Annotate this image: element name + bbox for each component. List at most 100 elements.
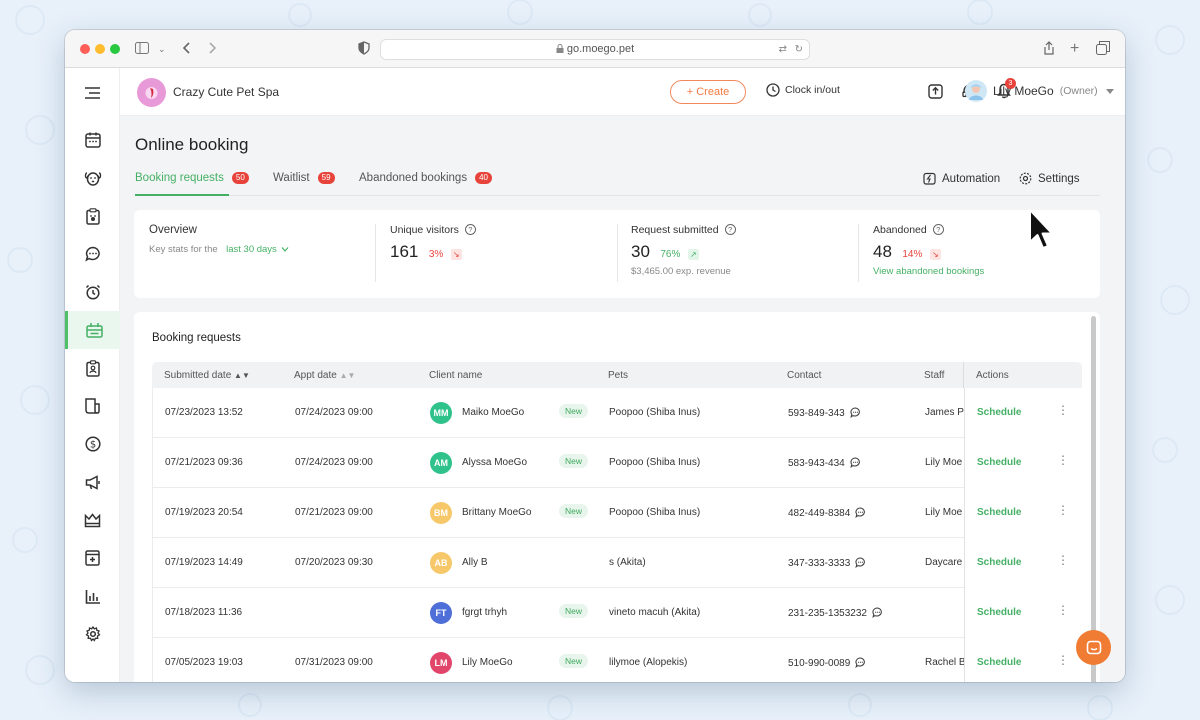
sidebar-item-membership[interactable]	[65, 501, 120, 539]
client-name[interactable]: Maiko MoeGo	[462, 407, 524, 418]
message-icon[interactable]	[850, 407, 861, 418]
user-menu[interactable]: Lily MoeGo (Owner)	[965, 80, 1114, 102]
sidebar-item-marketing[interactable]	[65, 463, 120, 501]
help-icon[interactable]: ?	[724, 224, 736, 235]
contact: 593-849-343	[788, 407, 861, 419]
new-client-badge: New	[559, 604, 589, 618]
sidebar-toggle-icon[interactable]	[135, 41, 149, 57]
chat-icon	[84, 246, 100, 262]
sort-icon: ▲▼	[339, 371, 356, 380]
column-header-appt[interactable]: Appt date ▲▼	[294, 370, 355, 381]
back-icon[interactable]	[182, 41, 192, 58]
schedule-button[interactable]: Schedule	[977, 407, 1021, 418]
table-row[interactable]: 07/19/2023 20:54 07/21/2023 09:00 BM Britta…	[152, 488, 1082, 538]
count-badge: 50	[231, 172, 249, 184]
stat-unique-visitors: Unique visitors? 161 3% ↘	[390, 210, 476, 298]
sidebar-item-reminders[interactable]	[65, 273, 120, 311]
more-options-icon[interactable]: ⋮	[1057, 653, 1069, 667]
reload-icon[interactable]: ↻	[795, 40, 803, 59]
sidebar-item-settings[interactable]	[65, 615, 120, 653]
sidebar-item-pets[interactable]	[65, 159, 120, 197]
tabs-overview-icon[interactable]	[1096, 41, 1110, 58]
more-options-icon[interactable]: ⋮	[1057, 553, 1069, 567]
period-dropdown[interactable]: last 30 days	[226, 244, 289, 255]
create-button[interactable]: + Create	[670, 80, 746, 104]
schedule-button[interactable]: Schedule	[977, 507, 1021, 518]
schedule-button[interactable]: Schedule	[977, 657, 1021, 668]
help-icon[interactable]: ?	[464, 224, 476, 235]
help-icon[interactable]: ?	[932, 224, 944, 235]
divider	[858, 224, 859, 282]
sidebar-item-agreements[interactable]	[65, 349, 120, 387]
pets: vineto macuh (Akita)	[609, 607, 701, 618]
client-name[interactable]: Alyssa MoeGo	[462, 457, 527, 468]
new-tab-icon[interactable]: +	[1070, 41, 1079, 57]
divider	[375, 224, 376, 282]
tab-abandoned-bookings[interactable]: Abandoned bookings 40	[359, 172, 492, 184]
upload-icon[interactable]	[926, 82, 944, 100]
count-badge: 59	[317, 172, 335, 184]
sidebar-item-payments[interactable]: $	[65, 425, 120, 463]
table-row[interactable]: 07/21/2023 09:36 07/24/2023 09:00 AM Alyssa…	[152, 438, 1082, 488]
table-row[interactable]: 07/19/2023 14:49 07/20/2023 09:30 AB Ally B…	[152, 538, 1082, 588]
close-window-button[interactable]	[80, 44, 90, 54]
app-header: Crazy Cute Pet Spa + Create Clock in/out…	[120, 68, 1125, 116]
chevron-down-icon[interactable]: ⌄	[158, 41, 166, 57]
share-icon[interactable]	[1043, 41, 1055, 58]
forward-icon[interactable]	[207, 41, 217, 58]
client-name[interactable]: Brittany MoeGo	[462, 507, 531, 518]
message-icon[interactable]	[855, 557, 866, 568]
sidebar-item-reports[interactable]	[65, 577, 120, 615]
client-name[interactable]: Ally B	[462, 557, 488, 568]
sidebar-item-messages[interactable]	[65, 235, 120, 273]
sidebar-item-invoices[interactable]	[65, 387, 120, 425]
stat-change: 14%	[902, 249, 923, 260]
megaphone-icon	[85, 474, 100, 490]
more-options-icon[interactable]: ⋮	[1057, 403, 1069, 417]
column-header-submitted[interactable]: Submitted date ▲▼	[164, 370, 250, 381]
business-name[interactable]: Crazy Cute Pet Spa	[173, 85, 279, 99]
menu-toggle[interactable]	[65, 74, 120, 112]
minimize-window-button[interactable]	[95, 44, 105, 54]
pet-spa-logo-icon	[145, 87, 158, 99]
translate-icon[interactable]: ⇄	[779, 40, 787, 59]
table-row[interactable]: 07/18/2023 11:36 FT fgrgt trhyh New vineto m…	[152, 588, 1082, 638]
url-bar[interactable]: go.moego.pet ⇄ ↻	[380, 39, 810, 60]
avatar: AM	[430, 452, 452, 474]
chat-bubble-icon	[1086, 640, 1101, 654]
table-row[interactable]: 07/05/2023 19:03 07/31/2023 09:00 LM Lily M…	[152, 638, 1082, 682]
more-options-icon[interactable]: ⋮	[1057, 503, 1069, 517]
clock-in-out-button[interactable]: Clock in/out	[766, 83, 840, 97]
stat-request-submitted: Request submitted? 30 76% ↗ $3,465.00 ex…	[631, 210, 736, 298]
tab-waitlist[interactable]: Waitlist 59	[273, 172, 335, 184]
new-client-badge: New	[559, 504, 589, 518]
schedule-button[interactable]: Schedule	[977, 607, 1021, 618]
message-icon[interactable]	[855, 657, 866, 668]
client-name[interactable]: Lily MoeGo	[462, 657, 513, 668]
business-logo[interactable]	[137, 78, 166, 107]
sidebar-item-online-booking[interactable]	[65, 311, 120, 349]
column-header-staff: Staff	[924, 370, 945, 381]
message-icon[interactable]	[872, 607, 883, 618]
more-options-icon[interactable]: ⋮	[1057, 453, 1069, 467]
view-abandoned-link[interactable]: View abandoned bookings	[873, 266, 984, 277]
sidebar-item-calendar[interactable]	[65, 121, 120, 159]
column-header-contact: Contact	[787, 370, 822, 381]
sidebar-item-retail[interactable]	[65, 539, 120, 577]
tab-booking-requests[interactable]: Booking requests 50	[135, 172, 249, 184]
message-icon[interactable]	[855, 507, 866, 518]
sidebar-item-reports-doc[interactable]	[65, 197, 120, 235]
contact: 482-449-8384	[788, 507, 866, 519]
schedule-button[interactable]: Schedule	[977, 457, 1021, 468]
more-options-icon[interactable]: ⋮	[1057, 603, 1069, 617]
contact: 347-333-3333	[788, 557, 866, 569]
chat-support-button[interactable]	[1076, 630, 1111, 665]
scrollbar[interactable]	[1091, 316, 1096, 682]
message-icon[interactable]	[850, 457, 861, 468]
client-name[interactable]: fgrgt trhyh	[462, 607, 507, 618]
maximize-window-button[interactable]	[110, 44, 120, 54]
table-row[interactable]: 07/23/2023 13:52 07/24/2023 09:00 MM Maiko …	[152, 388, 1082, 438]
settings-button[interactable]: Settings	[1019, 172, 1080, 185]
schedule-button[interactable]: Schedule	[977, 557, 1021, 568]
automation-button[interactable]: Automation	[923, 172, 1000, 185]
